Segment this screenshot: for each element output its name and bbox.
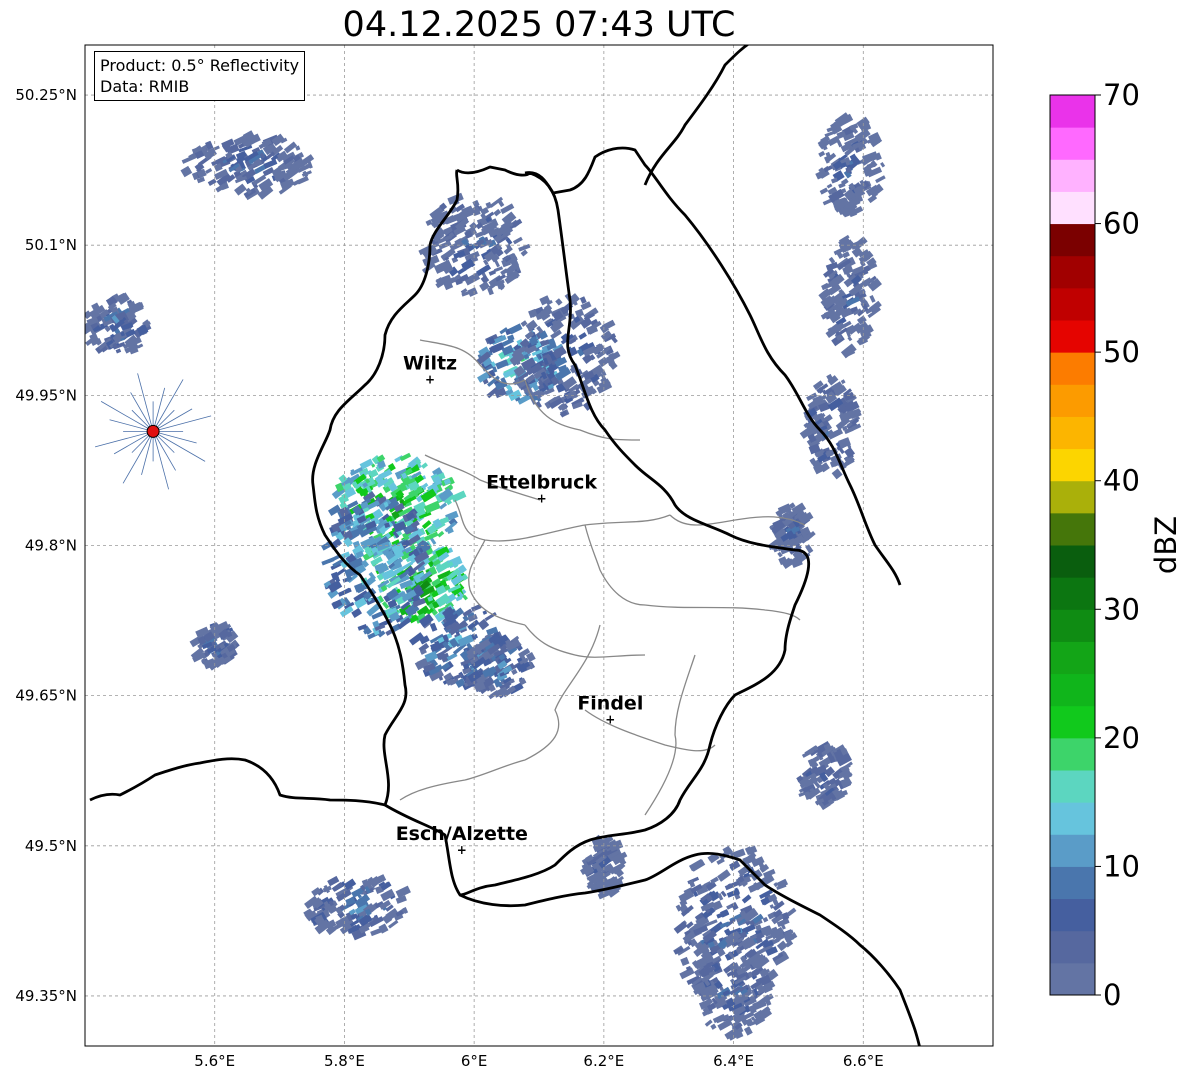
colorbar-tick-label: 10 (1103, 849, 1140, 883)
colorbar-swatch (1050, 577, 1095, 610)
colorbar-swatch (1050, 898, 1095, 932)
colorbar-swatch (1050, 705, 1095, 739)
radar-map[interactable]: 5.6°E 5.8°E 6°E 6.2°E 6.4°E 6.6°E 50.25°N 50.1°… (15, 44, 994, 1070)
colorbar-tick-label: 50 (1103, 335, 1140, 369)
lat-tick-label: 49.35°N (15, 987, 77, 1005)
city-cross-icon: + (605, 713, 615, 727)
colorbar-swatch (1050, 191, 1095, 225)
colorbar-tick-label: 30 (1103, 592, 1140, 626)
colorbar-ticks: 0 10 20 30 40 50 60 70 (1095, 78, 1140, 1012)
lon-tick-label: 6.4°E (713, 1052, 754, 1070)
colorbar-tick-label: 20 (1103, 721, 1140, 755)
colorbar-swatch (1050, 512, 1095, 546)
colorbar-swatch (1050, 770, 1095, 803)
colorbar-label: dBZ (1149, 516, 1183, 574)
lon-tick-label: 5.8°E (324, 1052, 365, 1070)
lon-tick-label: 6.6°E (843, 1052, 884, 1070)
colorbar-swatch (1050, 448, 1095, 482)
city-label: Esch/Alzette (396, 823, 528, 845)
lat-tick-label: 49.95°N (15, 386, 77, 404)
colorbar-swatch (1050, 287, 1095, 321)
colorbar-swatch (1050, 416, 1095, 450)
colorbar-swatch (1050, 223, 1095, 257)
colorbar-swatch (1050, 737, 1095, 771)
colorbar-tick-label: 0 (1103, 978, 1121, 1012)
colorbar-swatch (1050, 673, 1095, 707)
colorbar-tick-label: 70 (1103, 78, 1140, 112)
colorbar-swatch (1050, 641, 1095, 675)
radar-site-icon[interactable] (146, 424, 160, 438)
city-label: Findel (577, 693, 643, 715)
product-line: Product: 0.5° Reflectivity (100, 56, 300, 75)
lat-tick-label: 50.1°N (25, 236, 77, 254)
colorbar-swatch (1050, 802, 1095, 835)
colorbar-swatch (1050, 255, 1095, 289)
lon-tick-label: 5.6°E (194, 1052, 235, 1070)
city-cross-icon: + (457, 843, 467, 857)
colorbar-swatch (1050, 384, 1095, 417)
colorbar-swatch (1050, 834, 1095, 867)
lat-tick-label: 50.25°N (15, 86, 77, 104)
colorbar-swatches (1050, 95, 1095, 996)
city-label: Ettelbruck (486, 471, 597, 493)
colorbar-swatch (1050, 352, 1095, 385)
city-label: Wiltz (403, 352, 457, 374)
colorbar: 0 10 20 30 40 50 60 70 dBZ (1049, 78, 1183, 1012)
city-cross-icon: + (537, 491, 547, 505)
map-title: 04.12.2025 07:43 UTC (342, 5, 736, 45)
lat-tick-label: 49.8°N (25, 537, 77, 555)
colorbar-swatch (1050, 545, 1095, 578)
colorbar-swatch (1050, 866, 1095, 900)
colorbar-swatch (1050, 320, 1095, 353)
colorbar-swatch (1050, 930, 1095, 964)
product-info-box: Product: 0.5° Reflectivity Data: RMIB (94, 51, 306, 101)
lat-tick-label: 49.5°N (25, 837, 77, 855)
lon-tick-label: 6°E (461, 1052, 488, 1070)
city-cross-icon: + (425, 372, 435, 386)
colorbar-swatch (1050, 609, 1095, 642)
lon-tick-label: 6.2°E (583, 1052, 624, 1070)
colorbar-swatch (1050, 127, 1095, 160)
colorbar-swatch (1050, 159, 1095, 192)
colorbar-tick-label: 60 (1103, 207, 1140, 241)
colorbar-tick-label: 40 (1103, 464, 1140, 498)
colorbar-swatch (1050, 95, 1095, 128)
colorbar-swatch (1050, 962, 1095, 996)
data-source-line: Data: RMIB (100, 77, 190, 96)
colorbar-swatch (1050, 480, 1095, 514)
lat-tick-label: 49.65°N (15, 687, 77, 705)
